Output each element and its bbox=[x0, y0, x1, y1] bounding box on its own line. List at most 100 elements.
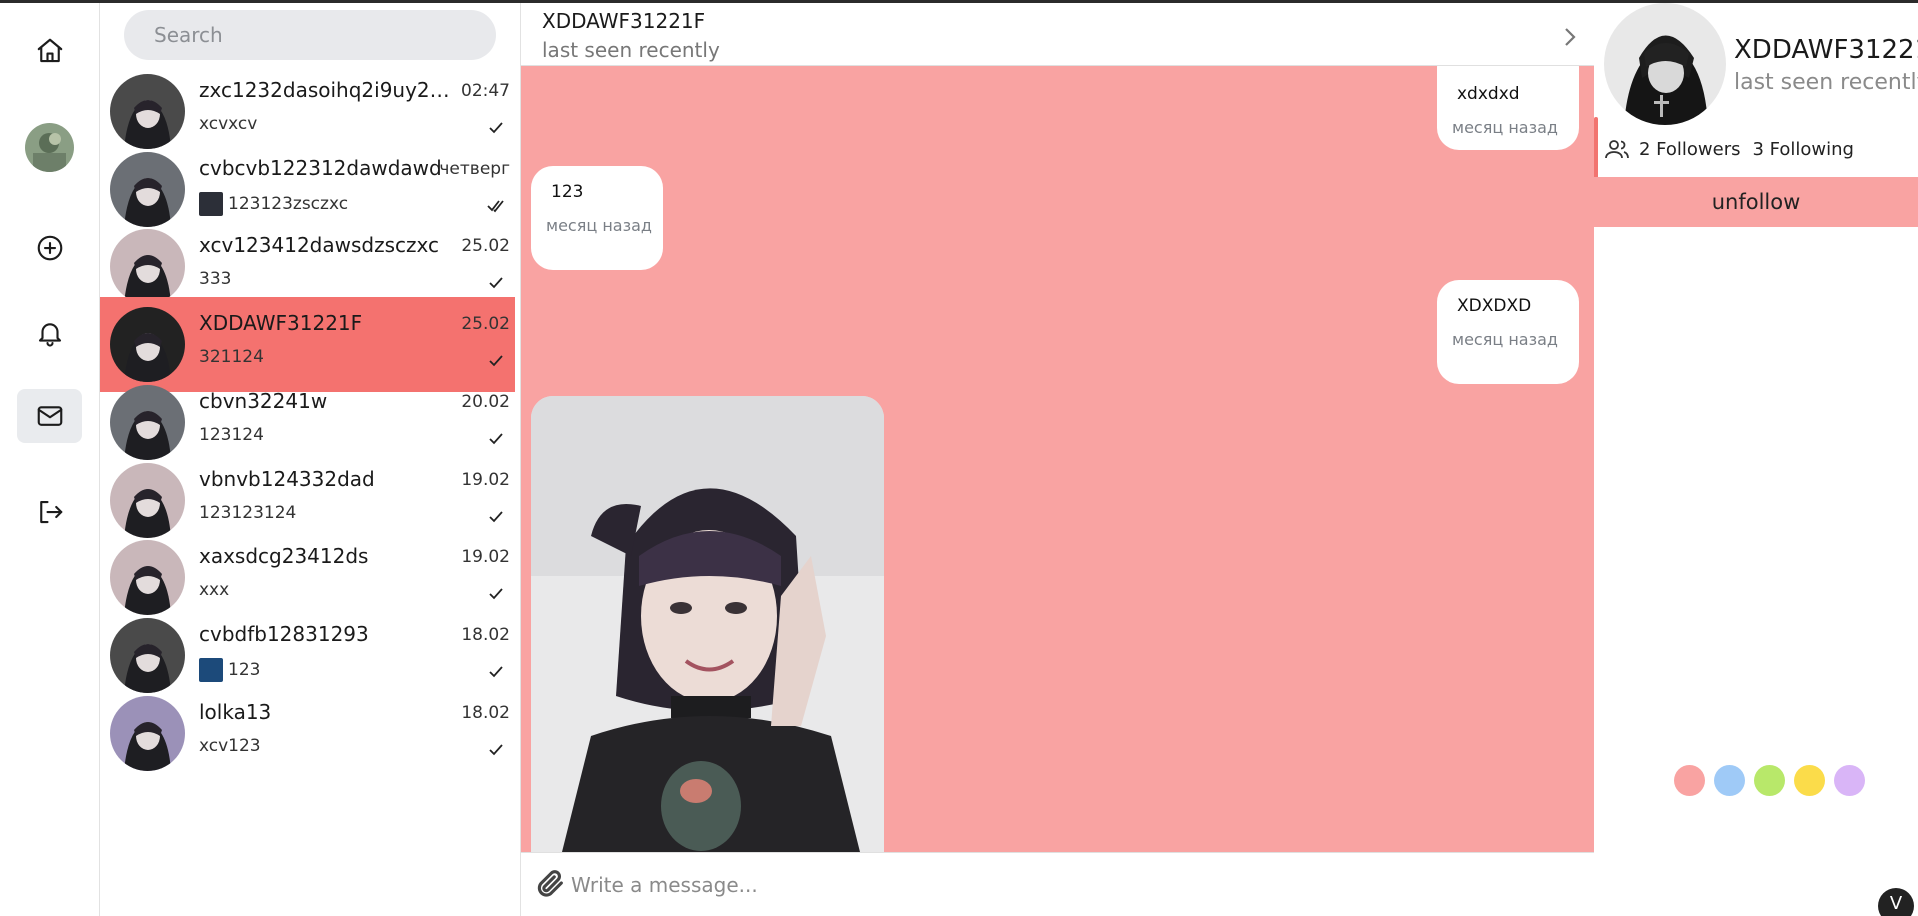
following-count[interactable]: 3 Following bbox=[1753, 139, 1854, 160]
chat-time: 25.02 bbox=[461, 314, 510, 335]
check-icon bbox=[487, 664, 505, 678]
message-photo[interactable] bbox=[531, 396, 884, 852]
chat-header[interactable]: XDDAWF31221F last seen recently bbox=[521, 3, 1594, 66]
check-icon bbox=[487, 586, 505, 600]
chat-name: XDDAWF31221F bbox=[199, 311, 363, 336]
profile-status: last seen recently bbox=[1734, 70, 1918, 95]
chat-preview: xxx bbox=[199, 580, 229, 600]
chat-preview-text: 333 bbox=[199, 269, 232, 290]
color-swatch[interactable] bbox=[1834, 765, 1865, 796]
chat-title: XDDAWF31221F bbox=[542, 9, 706, 33]
message-text: xdxdxd bbox=[1457, 84, 1520, 104]
chat-name: lolka13 bbox=[199, 699, 272, 724]
message-time: месяц назад bbox=[546, 216, 652, 235]
attach-icon[interactable] bbox=[533, 866, 567, 900]
chat-status: last seen recently bbox=[542, 38, 720, 62]
chevron-right-icon[interactable] bbox=[1560, 25, 1580, 49]
chat-time: 20.02 bbox=[461, 391, 510, 412]
chat-preview: xcvxcv bbox=[199, 114, 257, 134]
chat-time: 02:47 bbox=[461, 81, 510, 101]
check-icon bbox=[487, 120, 505, 134]
chat-avatar bbox=[110, 229, 185, 305]
message-text: XDXDXD bbox=[1457, 296, 1532, 316]
chat-preview: 123 bbox=[199, 657, 261, 682]
chat-preview-text: 123123124 bbox=[199, 502, 297, 523]
profile-panel: XDDAWF31221F last seen recently 2 Follow… bbox=[1594, 3, 1918, 916]
chat-name: xcv123412dawsdzsczxc bbox=[199, 233, 439, 258]
messages-button[interactable] bbox=[17, 389, 82, 443]
chat-list: zxc1232dasoihq2i9uy2391...02:47 xcvxcv cvb… bbox=[100, 3, 521, 916]
chat-preview: 123124 bbox=[199, 425, 264, 445]
chat-preview: 123123zsczxc bbox=[199, 191, 349, 216]
chat-name: zxc1232dasoihq2i9uy2391... bbox=[199, 78, 461, 102]
preview-thumbnail bbox=[199, 191, 223, 216]
message-input[interactable] bbox=[571, 865, 1571, 905]
home-button[interactable] bbox=[17, 24, 82, 78]
chat-time: 19.02 bbox=[461, 547, 510, 568]
message-bubble[interactable]: 123 месяц назад bbox=[531, 166, 663, 270]
color-swatch[interactable] bbox=[1714, 765, 1745, 796]
profile-avatar bbox=[1604, 3, 1726, 125]
logout-icon bbox=[39, 500, 62, 524]
chat-preview: 123123124 bbox=[199, 503, 296, 523]
chat-avatar bbox=[110, 617, 185, 693]
chat-name: cvbcvb122312dawdawd bbox=[199, 155, 442, 180]
create-button[interactable] bbox=[17, 221, 82, 275]
chat-avatar bbox=[110, 74, 185, 149]
chat-avatar bbox=[110, 462, 185, 538]
bell-icon bbox=[38, 323, 61, 347]
chat-preview-text: 123123zsczxc bbox=[228, 193, 349, 214]
color-swatch[interactable] bbox=[1754, 765, 1785, 796]
chat-time: 25.02 bbox=[461, 236, 510, 257]
message-area: xdxdxd месяц назад 123 месяц назад XDXDX… bbox=[521, 66, 1594, 852]
color-swatch[interactable] bbox=[1674, 765, 1705, 796]
check-icon bbox=[487, 742, 505, 756]
users-icon bbox=[1605, 140, 1629, 159]
mail-icon bbox=[37, 406, 62, 426]
follow-stats: 2 Followers 3 Following bbox=[1604, 138, 1854, 160]
preview-thumbnail bbox=[199, 657, 223, 682]
profile-name: XDDAWF31221F bbox=[1734, 35, 1918, 65]
chat-avatar bbox=[110, 384, 185, 460]
chat-time: 18.02 bbox=[461, 624, 510, 645]
chat-time: 18.02 bbox=[461, 702, 510, 723]
chat-name: vbnvb124332dad bbox=[199, 466, 375, 491]
chat-preview-text: 123 bbox=[228, 659, 261, 680]
check-icon bbox=[487, 509, 505, 523]
chat-name: cbvn32241w bbox=[199, 388, 328, 413]
chat-time: 19.02 bbox=[461, 469, 510, 490]
chat-preview-text: 321124 bbox=[199, 347, 264, 368]
message-composer bbox=[521, 852, 1594, 916]
unfollow-button[interactable]: unfollow bbox=[1594, 177, 1918, 227]
chat-time: четверг bbox=[439, 158, 510, 179]
my-avatar[interactable] bbox=[25, 123, 74, 172]
chat-avatar bbox=[110, 151, 185, 227]
chat-avatar bbox=[110, 695, 185, 771]
chat-avatar bbox=[110, 307, 185, 383]
message-time: месяц назад bbox=[1452, 330, 1558, 349]
check-icon bbox=[487, 275, 505, 289]
check-icon bbox=[487, 431, 505, 445]
color-swatch[interactable] bbox=[1794, 765, 1825, 796]
notifications-button[interactable] bbox=[17, 306, 82, 360]
logout-button[interactable] bbox=[17, 485, 82, 539]
nav-rail bbox=[0, 3, 100, 916]
chat-list-item[interactable]: lolka13 18.02 xcv123 bbox=[100, 686, 515, 781]
app-badge: V bbox=[1878, 888, 1914, 916]
chat-preview: 333 bbox=[199, 269, 231, 289]
message-bubble[interactable]: XDXDXD месяц назад bbox=[1437, 280, 1579, 384]
search-input[interactable] bbox=[124, 10, 496, 60]
check-icon bbox=[487, 353, 505, 367]
followers-count[interactable]: 2 Followers bbox=[1639, 139, 1741, 160]
chat-preview: xcv123 bbox=[199, 736, 261, 756]
chat-preview-text: 123124 bbox=[199, 424, 264, 445]
message-time: месяц назад bbox=[1452, 118, 1558, 137]
chat-preview-text: xcvxcv bbox=[199, 114, 258, 134]
theme-swatches bbox=[1674, 765, 1865, 796]
message-text: 123 bbox=[551, 182, 584, 202]
chat-name: xaxsdcg23412ds bbox=[199, 544, 369, 569]
message-bubble[interactable]: xdxdxd месяц назад bbox=[1437, 66, 1579, 150]
double-check-icon bbox=[487, 198, 505, 213]
plus-circle-icon bbox=[37, 235, 62, 261]
home-icon bbox=[37, 38, 62, 63]
